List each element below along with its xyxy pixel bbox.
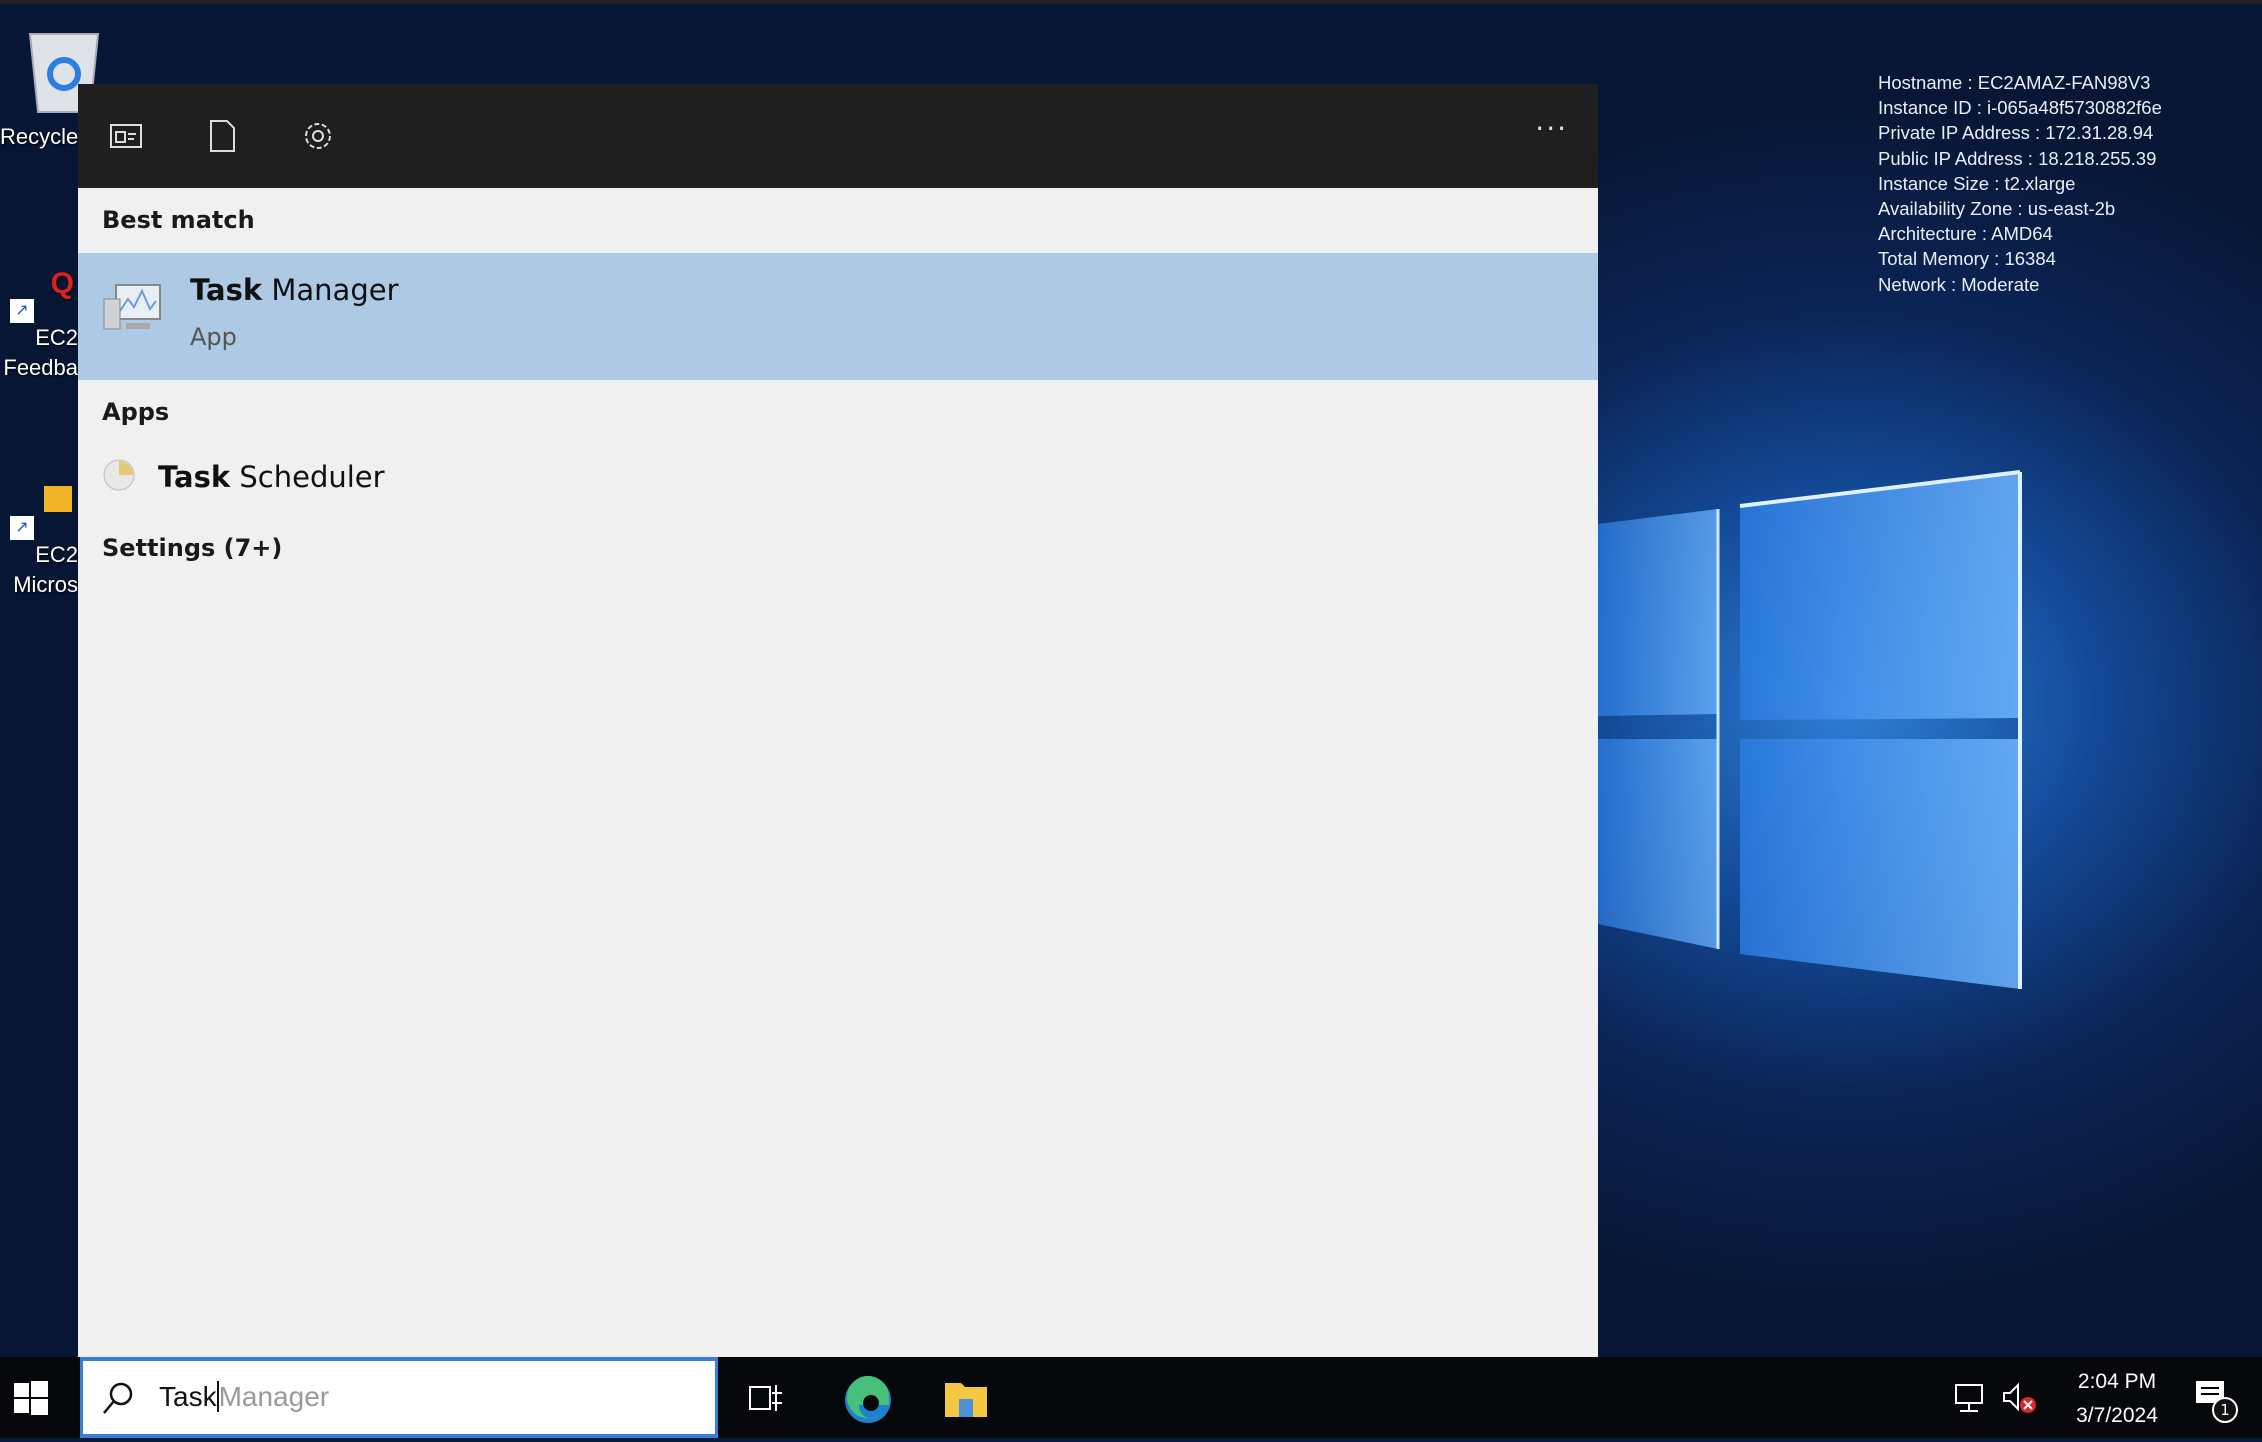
info-line: Public IP Address : 18.218.255.39 [1878,147,2157,169]
settings-heading[interactable]: Settings (7+) [102,534,282,562]
desktop-icon-label: Micros [13,572,78,597]
notification-count-badge: 1 [2212,1397,2238,1423]
search-autocomplete-suggestion: Manager [218,1381,330,1412]
shortcut-arrow-icon: ↗ [10,299,34,323]
desktop-icon-label: Feedba [3,355,78,380]
desktop-icon-ec2-feedback[interactable]: Q ↗ EC2 Feedba [0,269,78,383]
info-line: Total Memory : 16384 [1878,248,2056,270]
settings-filter-icon[interactable] [300,118,336,154]
apps-filter-icon[interactable] [108,118,144,154]
search-icon [103,1382,133,1414]
result-subtitle: App [190,323,237,351]
info-line: Architecture : AMD64 [1878,223,2053,245]
taskbar-search-input[interactable]: TaskManager [80,1357,718,1438]
volume-muted-icon[interactable] [2002,1381,2038,1415]
task-manager-icon [103,284,161,330]
info-line: Hostname : EC2AMAZ-FAN98V3 [1878,72,2151,93]
task-view-icon[interactable] [748,1381,784,1415]
search-results-panel: ··· Best match Task Manager App Apps Tas… [78,84,1598,1357]
best-match-task-manager[interactable]: Task Manager App [78,253,1598,380]
info-line: Instance ID : i-065a48f5730882f6e [1878,97,2162,119]
clock-date: 3/7/2024 [2076,1404,2158,1427]
q-icon: Q [50,267,74,300]
network-icon[interactable] [1952,1381,1988,1415]
start-button-windows-icon[interactable] [14,1381,48,1415]
file-explorer-icon[interactable] [943,1377,989,1421]
shortcut-arrow-icon: ↗ [10,516,34,540]
task-scheduler-icon [103,459,135,491]
info-line: Availability Zone : us-east-2b [1878,198,2116,220]
documents-filter-icon[interactable] [204,118,240,154]
desktop-icon-label: EC2 [35,542,78,567]
clock[interactable]: 2:04 PM 3/7/2024 [2062,1365,2172,1433]
result-title: Task Scheduler [158,460,385,494]
best-match-heading: Best match [102,206,255,234]
desktop-icon-ec2-microsoft[interactable]: ↗ EC2 Micros [0,486,78,600]
edge-browser-icon[interactable] [843,1375,893,1425]
info-line: Private IP Address : 172.31.28.94 [1878,122,2154,144]
search-typed-text: Task [159,1381,219,1412]
search-panel-header: ··· [78,84,1598,188]
info-line: Instance Size : t2.xlarge [1878,172,2076,194]
desktop-icon-label: EC2 [35,325,78,350]
instance-info-overlay: Hostname : EC2AMAZ-FAN98V3 Instance ID :… [1878,70,2162,297]
clock-time: 2:04 PM [2077,1370,2157,1393]
more-options-button[interactable]: ··· [1535,112,1568,145]
info-line: Network : Moderate [1878,273,2040,295]
package-icon [44,486,72,512]
search-text: TaskManager [159,1381,329,1413]
apps-heading: Apps [102,398,170,426]
action-center-button[interactable]: 1 [2194,1379,2242,1425]
result-title: Task Manager [190,273,399,307]
result-task-scheduler[interactable]: Task Scheduler [78,446,1598,508]
